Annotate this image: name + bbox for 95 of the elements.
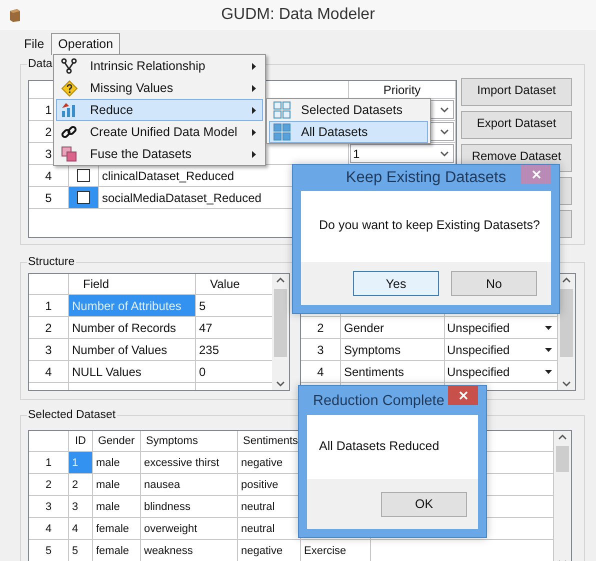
warning-icon [60,80,78,96]
menu-item[interactable]: Operation [51,33,120,55]
grid-icon [273,101,291,119]
chevron-up-icon [558,434,567,440]
window-title: GUDM: Data Modeler [220,6,376,24]
caret-icon [252,128,256,136]
chevron-down-icon [276,381,285,387]
table-cell: excessive thirst [141,452,238,474]
scrollbar-thumb[interactable] [556,446,569,472]
table-cell: 1 [69,452,93,474]
group-title: Selected Dataset [27,408,117,422]
group-title: Structure [27,255,76,269]
dialog-message: All Datasets Reduced [319,439,440,453]
chevron-icon [440,150,449,156]
dialog-button[interactable]: No [451,271,537,296]
table-cell: Gender [341,317,445,339]
row-header: 2 [29,317,69,339]
row-header: 1 [29,452,69,474]
row-header: 4 [29,361,69,383]
row-header: 5 [29,187,69,209]
table-cell: nausea [141,474,238,496]
menu-item[interactable]: Selected Datasets [269,99,428,121]
action-button[interactable]: Export Dataset [461,111,572,139]
action-button[interactable]: Import Dataset [461,78,572,106]
column-header: Gender [93,431,141,452]
menu-item[interactable]: Intrinsic Relationship [56,55,263,77]
chevron-down-icon [562,381,571,387]
table-cell: blindness [141,496,238,518]
checkbox[interactable] [77,191,90,204]
close-icon [458,391,468,400]
row-header: 4 [301,361,341,383]
close-button[interactable] [521,165,551,184]
checkbox[interactable] [77,169,90,182]
menu-item[interactable]: Reduce [56,99,263,121]
scrollbar-thumb[interactable] [274,289,287,357]
table-cell: 4 [69,518,93,540]
dialog-button[interactable]: OK [381,492,467,516]
table-cell: male [93,452,141,474]
row-header: 4 [29,165,69,187]
row-header: 2 [29,474,69,496]
table-cell: male [93,496,141,518]
column-header: ID [69,431,93,452]
chevron-icon [440,106,449,112]
table-cell: weakness [141,540,238,561]
row-header: 4 [29,518,69,540]
scrollbar[interactable] [272,274,289,390]
table-cell: Number of Values [69,339,196,361]
bar-chart-icon [61,102,77,118]
dialog-message: Do you want to keep Existing Datasets? [319,218,540,232]
caret-icon [252,84,256,92]
group-title: Data [27,57,54,71]
chevron-icon [440,128,449,134]
table-cell: female [93,540,141,561]
table-cell: Number of Attributes [69,295,196,317]
row-header: 1 [29,295,69,317]
close-icon [532,170,540,179]
column-header: Symptoms [141,431,238,452]
table-cell: 2 [69,474,93,496]
caret-icon [545,326,552,330]
caret-icon [252,150,256,158]
menu-item[interactable]: All Datasets [269,121,428,143]
chevron-up-icon [276,277,285,283]
scrollbar-thumb[interactable] [560,289,573,357]
priority-dropdown[interactable]: 1 [350,144,454,163]
link-icon [61,124,77,140]
table-cell: female [93,518,141,540]
app-icon [8,8,22,22]
branch-icon [61,58,77,74]
table-cell: male [93,474,141,496]
table-cell: NULL Values [69,361,196,383]
row-header: 3 [29,496,69,518]
table-cell: 3 [69,496,93,518]
dialog-title: Reduction Complete [313,392,444,408]
scrollbar[interactable] [558,274,575,390]
grid-icon [273,123,291,141]
table-cell: 5 [69,540,93,561]
column-header: Field [69,274,196,295]
table-cell: Sentiments [341,361,445,383]
caret-icon [252,62,256,70]
chevron-up-icon [562,277,571,283]
table-cell: Number of Records [69,317,196,339]
menu-item[interactable]: File [17,33,52,55]
row-header: 3 [29,339,69,361]
close-button[interactable] [448,386,478,405]
caret-icon [545,370,552,374]
scrollbar[interactable] [554,431,571,561]
table-cell: overweight [141,518,238,540]
row-header: 3 [301,339,341,361]
menu-item[interactable]: Missing Values [56,77,263,99]
caret-icon [252,106,256,114]
dialog-button[interactable]: Yes [353,271,439,296]
merge-icon [61,146,77,162]
caret-icon [545,348,552,352]
table-cell: Symptoms [341,339,445,361]
row-header: 2 [301,317,341,339]
